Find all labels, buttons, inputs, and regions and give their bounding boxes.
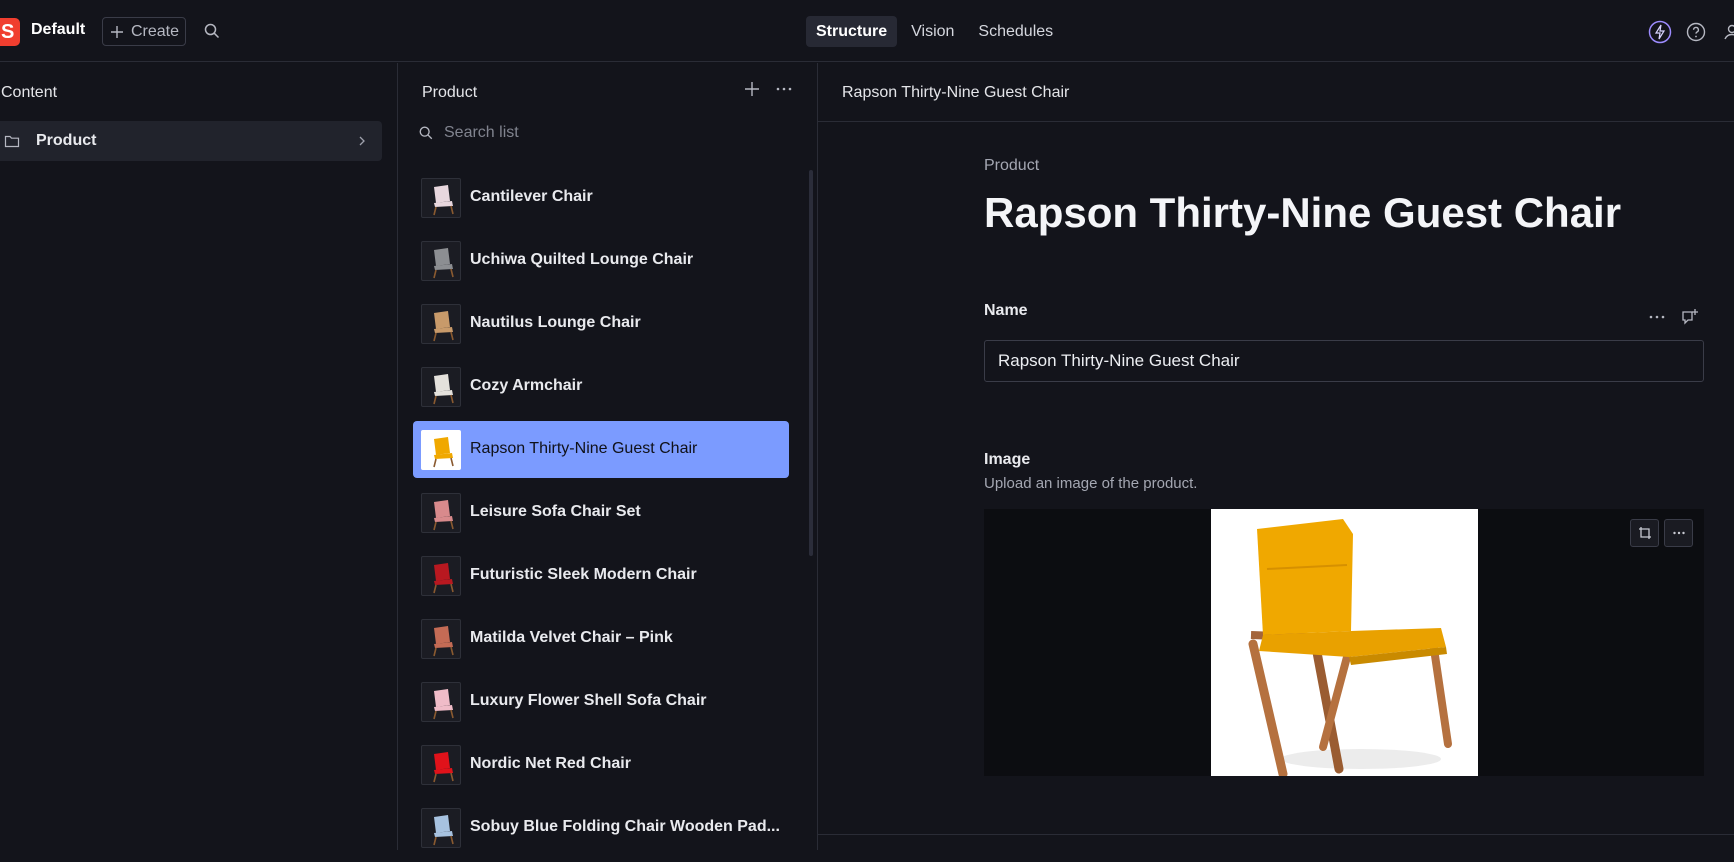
image-more-button[interactable] — [1664, 519, 1693, 547]
product-list-pane: Product Cantilever Chair Uchiwa Quilted L… — [398, 63, 818, 850]
list-item-label: Nautilus Lounge Chair — [470, 314, 641, 332]
folder-icon — [4, 133, 20, 149]
image-actions — [1630, 519, 1693, 547]
list-item[interactable]: Futuristic Sleek Modern Chair — [413, 547, 789, 604]
list-item[interactable]: Cantilever Chair — [413, 169, 789, 226]
crop-icon — [1638, 526, 1652, 540]
list-item[interactable]: Luxury Flower Shell Sofa Chair — [413, 673, 789, 730]
product-thumbnail — [421, 556, 461, 596]
add-comment-icon[interactable] — [1680, 307, 1700, 327]
chevron-right-icon — [356, 134, 368, 148]
more-options-icon[interactable] — [775, 80, 793, 98]
list-item[interactable]: Matilda Velvet Chair – Pink — [413, 610, 789, 667]
crop-button[interactable] — [1630, 519, 1659, 547]
more-options-icon[interactable] — [1648, 308, 1666, 326]
add-document-icon[interactable] — [743, 80, 761, 98]
list-item-label: Futuristic Sleek Modern Chair — [470, 566, 697, 584]
document-title: Rapson Thirty-Nine Guest Chair — [984, 189, 1621, 237]
plus-icon — [109, 24, 125, 40]
help-icon[interactable] — [1684, 20, 1708, 44]
product-thumbnail — [421, 430, 461, 470]
top-bar: S Default Create Structure Vision Schedu… — [0, 0, 1734, 62]
document-header-title: Rapson Thirty-Nine Guest Chair — [842, 84, 1069, 102]
product-thumbnail — [421, 304, 461, 344]
list-item-label: Matilda Velvet Chair – Pink — [470, 629, 673, 647]
more-options-icon — [1672, 526, 1686, 540]
product-list: Cantilever Chair Uchiwa Quilted Lounge Ch… — [413, 169, 789, 862]
list-item[interactable]: Leisure Sofa Chair Set — [413, 484, 789, 541]
tab-vision[interactable]: Vision — [901, 16, 964, 47]
list-item-label: Uchiwa Quilted Lounge Chair — [470, 251, 693, 269]
product-image — [1211, 509, 1478, 776]
list-scrollbar[interactable] — [809, 170, 813, 556]
tab-structure[interactable]: Structure — [806, 16, 897, 47]
product-thumbnail — [421, 682, 461, 722]
list-search — [418, 122, 778, 144]
search-icon — [418, 125, 434, 141]
list-item[interactable]: Nordic Net Red Chair — [413, 736, 789, 793]
image-field[interactable] — [984, 509, 1704, 776]
list-item-label: Cantilever Chair — [470, 188, 593, 206]
list-item-label: Cozy Armchair — [470, 377, 582, 395]
image-field-label: Image — [984, 451, 1030, 469]
document-pane: Rapson Thirty-Nine Guest Chair Product R… — [818, 63, 1734, 850]
product-pane-title: Product — [422, 84, 477, 102]
top-right-actions — [1648, 20, 1734, 44]
document-footer-divider — [818, 834, 1734, 835]
image-field-description: Upload an image of the product. — [984, 475, 1197, 492]
list-item[interactable]: Nautilus Lounge Chair — [413, 295, 789, 352]
workspace-name[interactable]: Default — [31, 21, 85, 39]
list-item-label: Rapson Thirty-Nine Guest Chair — [470, 440, 697, 458]
document-header: Rapson Thirty-Nine Guest Chair — [818, 63, 1734, 122]
content-pane: Content Product — [0, 63, 398, 850]
content-item-product[interactable]: Product — [0, 121, 382, 161]
chair-image — [1211, 509, 1478, 776]
content-item-label: Product — [36, 132, 96, 150]
product-thumbnail — [421, 367, 461, 407]
list-item[interactable]: Cozy Armchair — [413, 358, 789, 415]
product-thumbnail — [421, 493, 461, 533]
content-pane-title: Content — [1, 84, 57, 102]
create-button[interactable]: Create — [102, 17, 186, 46]
create-button-label: Create — [131, 23, 179, 41]
studio-logo[interactable]: S — [0, 18, 20, 46]
search-input[interactable] — [444, 124, 744, 142]
user-icon[interactable] — [1720, 20, 1734, 44]
product-thumbnail — [421, 178, 461, 218]
list-item-label: Luxury Flower Shell Sofa Chair — [470, 692, 707, 710]
list-item[interactable]: Rapson Thirty-Nine Guest Chair — [413, 421, 789, 478]
product-thumbnail — [421, 619, 461, 659]
product-thumbnail — [421, 745, 461, 785]
tab-schedules[interactable]: Schedules — [968, 16, 1063, 47]
name-field[interactable] — [984, 340, 1704, 382]
list-item-label: Leisure Sofa Chair Set — [470, 503, 641, 521]
product-pane-actions — [743, 80, 793, 98]
search-icon[interactable] — [203, 22, 221, 40]
name-field-actions — [1648, 307, 1700, 327]
product-thumbnail — [421, 241, 461, 281]
list-item[interactable]: Uchiwa Quilted Lounge Chair — [413, 232, 789, 289]
list-item-label: Sobuy Blue Folding Chair Wooden Pad... — [470, 818, 780, 836]
list-item[interactable]: Sobuy Blue Folding Chair Wooden Pad... — [413, 799, 789, 856]
main-nav-tabs: Structure Vision Schedules — [806, 16, 1063, 47]
name-field-label: Name — [984, 302, 1028, 320]
bolt-icon[interactable] — [1648, 20, 1672, 44]
product-thumbnail — [421, 808, 461, 848]
document-type-label: Product — [984, 157, 1039, 175]
list-item-label: Nordic Net Red Chair — [470, 755, 631, 773]
